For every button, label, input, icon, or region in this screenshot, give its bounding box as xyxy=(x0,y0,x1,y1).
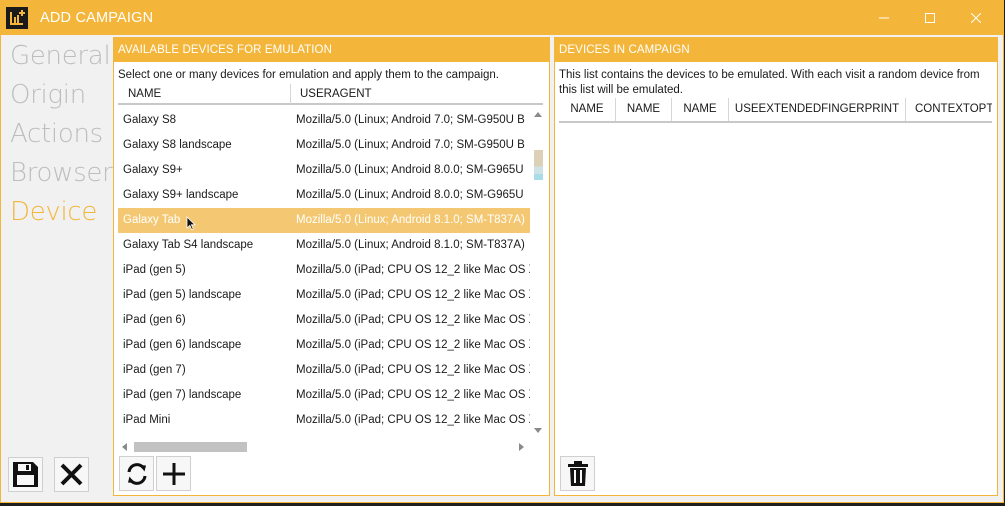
wizard-nav: General Origin Actions Browser Device xyxy=(1,35,113,455)
horizontal-scrollbar[interactable] xyxy=(118,440,528,454)
table-row[interactable]: iPad (gen 6) Mozilla/5.0 (iPad; CPU OS 12… xyxy=(118,308,530,333)
table-row[interactable]: iPad (gen 5) Mozilla/5.0 (iPad; CPU OS 12… xyxy=(118,258,530,283)
campaign-grid-header: NAME NAME NAME USEEXTENDEDFINGERPRINT CO… xyxy=(559,98,992,123)
vertical-scrollbar[interactable] xyxy=(532,108,544,438)
campaign-devices-header: DEVICES IN CAMPAIGN xyxy=(555,38,997,62)
available-devices-description: Select one or many devices for emulation… xyxy=(118,69,499,81)
available-devices-list: Galaxy S8 Mozilla/5.0 (Linux; Android 7.0… xyxy=(118,108,530,438)
app-logo-icon xyxy=(6,7,28,29)
table-row[interactable]: iPad (gen 7) Mozilla/5.0 (iPad; CPU OS 12… xyxy=(118,358,530,383)
refresh-devices-button[interactable] xyxy=(119,456,154,491)
campaign-devices-description: This list contains the devices to be emu… xyxy=(559,69,980,96)
scroll-left-icon[interactable] xyxy=(122,443,127,451)
window-title: ADD CAMPAIGN xyxy=(40,10,154,26)
trash-icon xyxy=(567,460,588,486)
table-row[interactable]: iPad Mini Mozilla/5.0 (iPad; CPU OS 12_2 … xyxy=(118,408,530,433)
column-header-context-opt[interactable]: CONTEXTOPT xyxy=(906,98,992,121)
close-x-icon xyxy=(60,463,83,486)
horizontal-scroll-thumb[interactable] xyxy=(134,442,247,452)
table-row[interactable]: iPad (gen 7) landscape Mozilla/5.0 (iPad;… xyxy=(118,383,530,408)
column-header-name[interactable]: NAME xyxy=(616,98,672,121)
floppy-disk-icon xyxy=(13,462,38,487)
mouse-cursor-icon xyxy=(186,216,196,231)
delete-device-button[interactable] xyxy=(560,456,595,491)
close-window-button[interactable] xyxy=(953,1,999,35)
maximize-button[interactable] xyxy=(907,1,953,35)
table-row[interactable]: Galaxy S9+ landscape Mozilla/5.0 (Linux; … xyxy=(118,183,530,208)
nav-item-origin[interactable]: Origin xyxy=(10,80,86,110)
table-row[interactable]: Galaxy S8 Mozilla/5.0 (Linux; Android 7.0… xyxy=(118,108,530,133)
add-campaign-window: ADD CAMPAIGN General Origin Actions Brow… xyxy=(0,0,1004,503)
column-header-use-extended-fingerprint[interactable]: USEEXTENDEDFINGERPRINT xyxy=(729,98,906,121)
available-devices-panel: AVAILABLE DEVICES FOR EMULATION Select o… xyxy=(113,37,550,496)
add-device-button[interactable] xyxy=(156,456,191,491)
column-header-name[interactable]: NAME xyxy=(672,98,729,121)
available-grid-header: NAME USERAGENT xyxy=(118,83,543,105)
nav-item-actions[interactable]: Actions xyxy=(10,119,103,149)
cancel-button[interactable] xyxy=(54,457,89,492)
nav-item-device[interactable]: Device xyxy=(10,197,97,227)
maximize-icon xyxy=(925,13,935,23)
close-icon xyxy=(971,13,981,23)
minimize-icon xyxy=(879,17,889,19)
campaign-devices-panel: DEVICES IN CAMPAIGN This list contains t… xyxy=(554,37,998,496)
scroll-right-icon[interactable] xyxy=(519,443,524,451)
column-header-name[interactable]: NAME xyxy=(128,88,161,100)
table-row[interactable]: iPad (gen 6) landscape Mozilla/5.0 (iPad;… xyxy=(118,333,530,358)
nav-item-general[interactable]: General xyxy=(10,41,111,71)
scroll-down-icon[interactable] xyxy=(534,428,542,433)
available-devices-header: AVAILABLE DEVICES FOR EMULATION xyxy=(114,38,549,62)
title-bar: ADD CAMPAIGN xyxy=(1,1,1003,35)
table-row-selected[interactable]: Galaxy Tab Mozilla/5.0 (Linux; Android 8… xyxy=(118,208,530,233)
column-separator[interactable] xyxy=(290,84,291,104)
table-row[interactable]: Galaxy Tab S4 landscape Mozilla/5.0 (Linu… xyxy=(118,233,530,258)
column-header-name[interactable]: NAME xyxy=(559,98,616,121)
column-header-useragent[interactable]: USERAGENT xyxy=(300,88,372,100)
nav-item-browser[interactable]: Browser xyxy=(10,158,113,188)
save-button[interactable] xyxy=(8,457,43,492)
table-row[interactable]: iPad (gen 5) landscape Mozilla/5.0 (iPad;… xyxy=(118,283,530,308)
table-row[interactable]: Galaxy S9+ Mozilla/5.0 (Linux; Android 8.… xyxy=(118,158,530,183)
minimize-button[interactable] xyxy=(861,1,907,35)
table-row[interactable]: Galaxy S8 landscape Mozilla/5.0 (Linux; A… xyxy=(118,133,530,158)
refresh-icon xyxy=(127,462,146,485)
vertical-scroll-thumb[interactable] xyxy=(534,150,543,180)
scroll-up-icon[interactable] xyxy=(534,112,542,117)
plus-icon xyxy=(162,462,185,485)
